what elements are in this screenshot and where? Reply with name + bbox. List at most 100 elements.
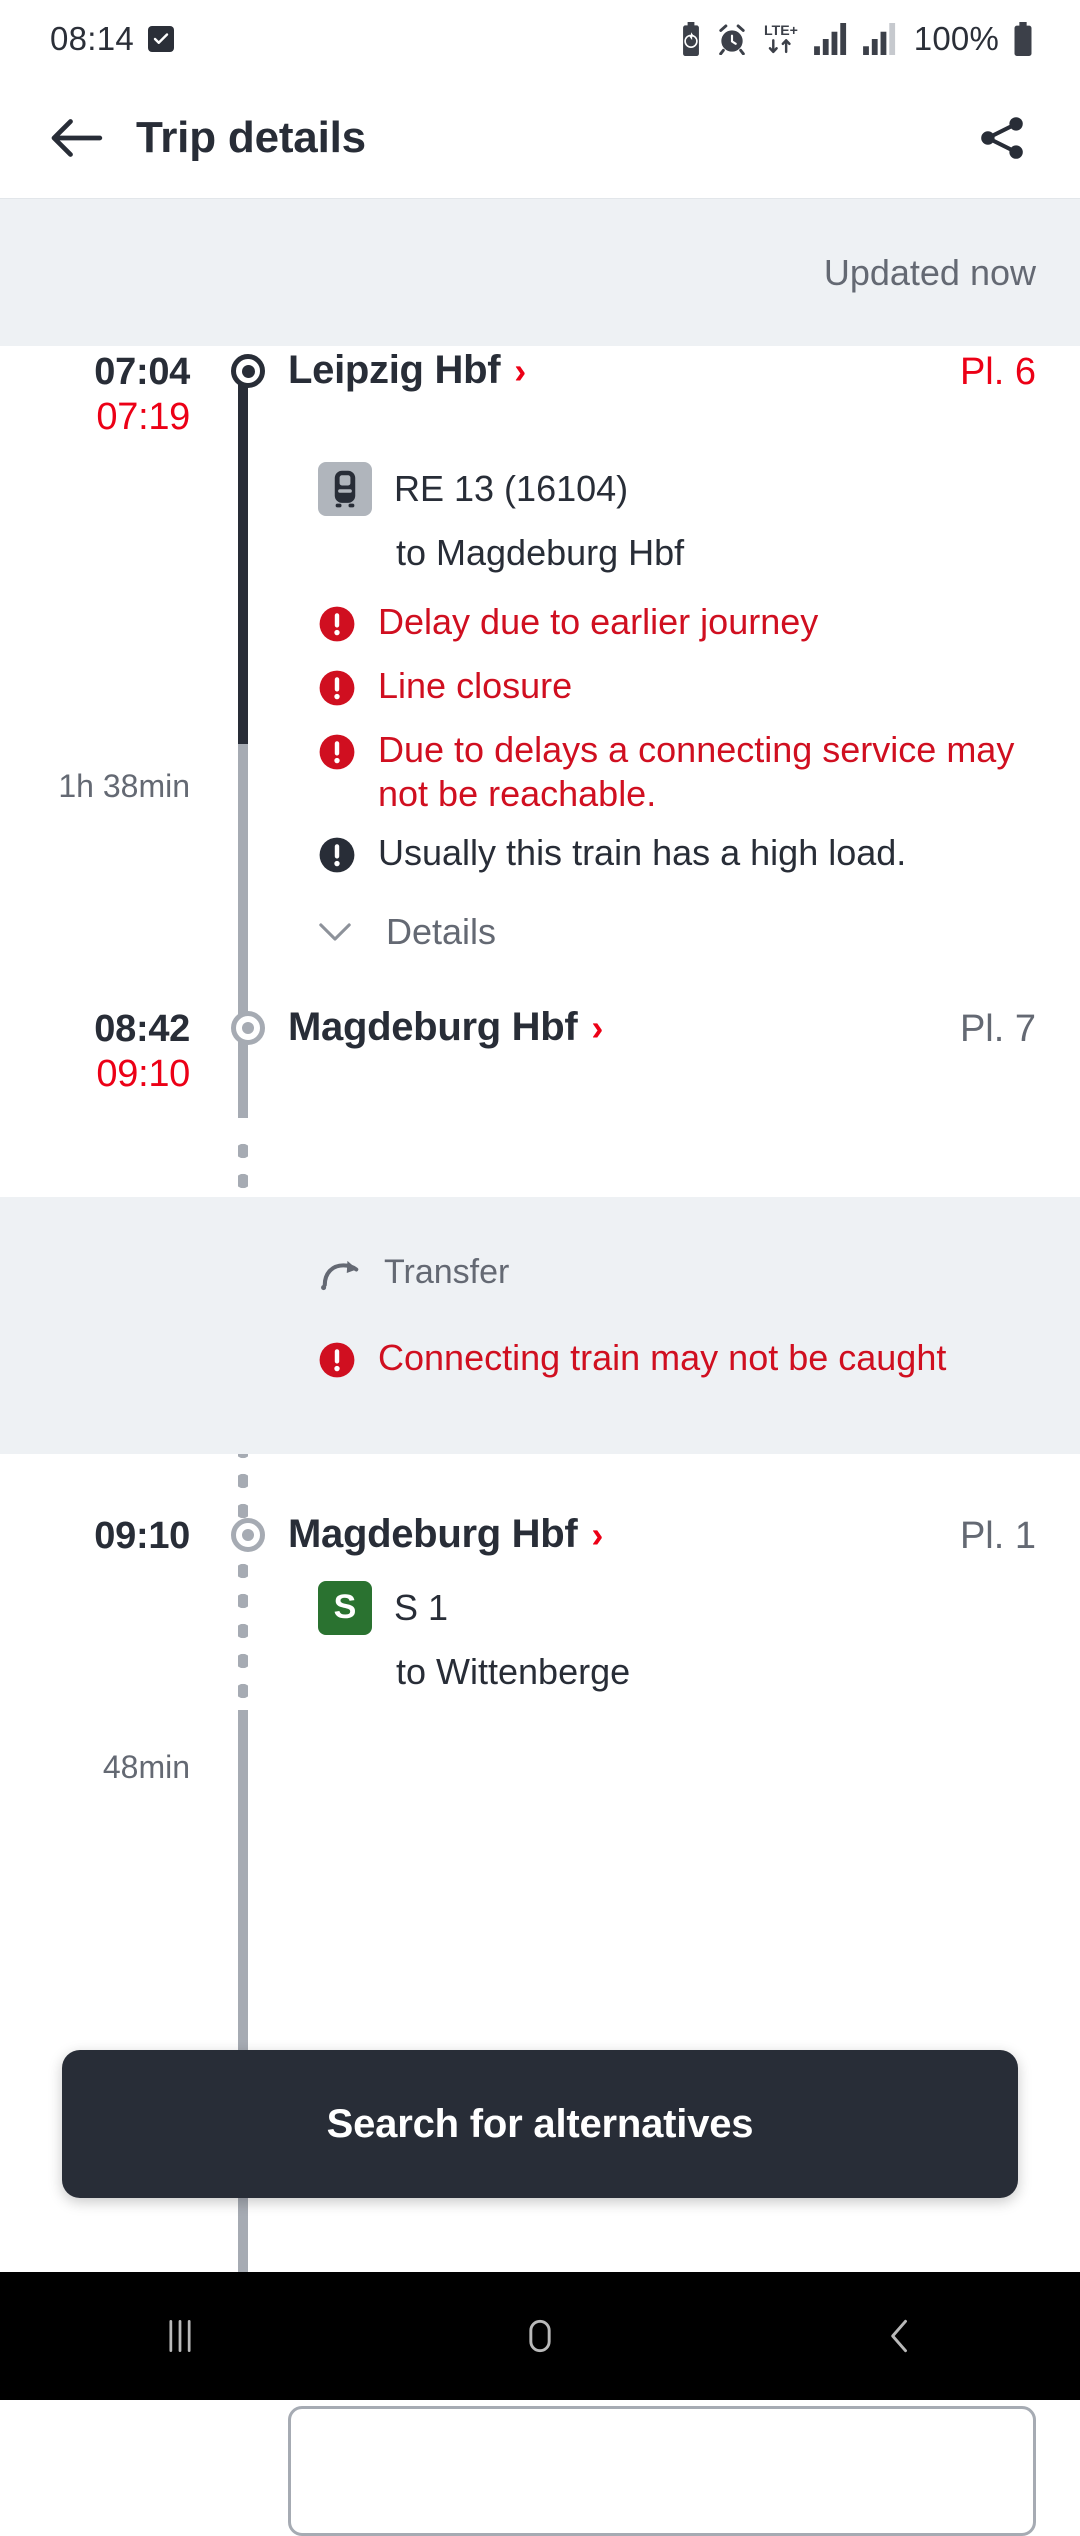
transfer-icon xyxy=(321,1260,359,1290)
platform-label: Pl. 1 xyxy=(959,1515,1036,1558)
timeline-marker-column xyxy=(208,1005,288,1046)
svg-text:LTE+: LTE+ xyxy=(764,22,798,38)
stop-marker-departure xyxy=(231,354,265,388)
stop-marker-departure xyxy=(231,1518,265,1553)
alert-icon xyxy=(318,1341,356,1384)
chevron-right-icon: › xyxy=(514,349,526,391)
line-destination: to Wittenberge xyxy=(396,1650,631,1692)
transfer-alert-list: Connecting train may not be caught xyxy=(318,1336,1036,1384)
trip-timeline: 07:04 07:19 Leipzig Hbf › Pl. 6 1h 38min xyxy=(0,346,1080,2536)
regional-train-icon xyxy=(318,461,372,516)
battery-saver-icon xyxy=(682,22,699,56)
share-button[interactable] xyxy=(964,100,1040,176)
stop-times: 08:42 09:10 xyxy=(0,1005,208,1097)
station-link[interactable]: Magdeburg Hbf › xyxy=(288,1512,960,1557)
alert-item: Due to delays a connecting service may n… xyxy=(318,728,1036,816)
recents-button[interactable] xyxy=(120,2276,240,2396)
alert-text: Line closure xyxy=(378,664,573,706)
product-row[interactable]: RE 13 (16104) xyxy=(318,461,1036,516)
planned-time: 08:42 xyxy=(94,1008,190,1051)
platform-label: Pl. 6 xyxy=(959,351,1036,393)
alarm-icon xyxy=(718,24,745,55)
leg-duration: 48min xyxy=(102,1748,190,1785)
arrow-left-icon xyxy=(51,119,103,157)
alert-icon xyxy=(318,733,356,776)
line-destination: to Magdeburg Hbf xyxy=(396,531,685,573)
product-row[interactable]: S S 1 xyxy=(318,1580,1036,1635)
planned-time: 07:04 xyxy=(94,351,190,393)
stop-times: 07:04 07:19 xyxy=(0,348,208,440)
leg-1-body: 1h 38min RE 13 (16104) to Magdeburg Hbf xyxy=(0,461,1080,954)
updated-text: Updated now xyxy=(823,251,1036,293)
stop-arrival-1[interactable]: 08:42 09:10 Magdeburg Hbf › Pl. 7 xyxy=(0,959,1080,1097)
chevron-right-icon: › xyxy=(591,1006,604,1048)
s-bahn-icon: S xyxy=(318,1580,372,1635)
platform-label: Pl. 7 xyxy=(959,1008,1036,1051)
recents-icon xyxy=(169,2319,191,2353)
home-button[interactable] xyxy=(480,2276,600,2396)
alert-item: Delay due to earlier journey xyxy=(318,600,1036,648)
station-link[interactable]: Leipzig Hbf › xyxy=(288,348,960,393)
station-name: Magdeburg Hbf xyxy=(288,1005,578,1050)
home-icon xyxy=(529,2319,551,2353)
station-link[interactable]: Magdeburg Hbf › xyxy=(288,1005,960,1050)
check-badge-icon xyxy=(148,26,175,52)
chevron-down-icon xyxy=(319,923,351,942)
status-bar-clock: 08:14 xyxy=(50,20,135,57)
alert-icon xyxy=(318,669,356,712)
alert-text: Usually this train has a high load. xyxy=(378,832,907,874)
battery-icon xyxy=(1014,22,1032,56)
timeline-marker-column xyxy=(208,1512,288,1553)
timeline-marker-column xyxy=(208,348,288,388)
alert-item: Usually this train has a high load. xyxy=(318,831,1036,879)
lte-plus-icon: LTE+ xyxy=(764,22,798,54)
alert-text: Delay due to earlier journey xyxy=(378,600,819,642)
leg-2: 09:10 Magdeburg Hbf › Pl. 1 48min S S 1 xyxy=(0,1454,1080,1785)
back-button[interactable] xyxy=(38,100,114,176)
stop-departure-1[interactable]: 07:04 07:19 Leipzig Hbf › Pl. 6 xyxy=(0,346,1080,440)
search-alternatives-label: Search for alternatives xyxy=(326,2101,754,2146)
page-title: Trip details xyxy=(136,113,366,162)
signal-bars-icon xyxy=(862,23,895,55)
alert-text: Due to delays a connecting service may n… xyxy=(378,728,1015,814)
leg-1: 07:04 07:19 Leipzig Hbf › Pl. 6 1h 38min xyxy=(0,346,1080,1197)
stop-main: Leipzig Hbf › Pl. 6 xyxy=(288,348,1080,394)
stop-main: Magdeburg Hbf › Pl. 7 xyxy=(288,1005,1080,1051)
planned-time: 09:10 xyxy=(94,1515,190,1558)
transfer-section: Transfer Connecting train may not be cau… xyxy=(0,1197,1080,1455)
stop-main: Magdeburg Hbf › Pl. 1 xyxy=(288,1512,1080,1558)
alert-text: Connecting train may not be caught xyxy=(378,1337,947,1379)
leg-duration: 1h 38min xyxy=(58,767,190,804)
stop-times: 09:10 xyxy=(0,1512,208,1559)
alert-item: Line closure xyxy=(318,664,1036,712)
search-alternatives-button[interactable]: Search for alternatives xyxy=(62,2050,1018,2198)
station-name: Magdeburg Hbf xyxy=(288,1512,578,1557)
status-bar-left: 08:14 xyxy=(50,20,175,58)
collapsed-card-outline[interactable] xyxy=(288,2406,1036,2536)
alert-icon xyxy=(318,605,356,648)
app-bar: Trip details xyxy=(0,78,1080,198)
transfer-row: Transfer xyxy=(318,1253,1036,1292)
battery-percent-label: 100% xyxy=(913,20,999,57)
status-bar: 08:14 LTE+ 100% xyxy=(0,0,1080,78)
info-icon xyxy=(318,836,356,879)
back-button-nav[interactable] xyxy=(840,2276,960,2396)
signal-bars-icon xyxy=(813,23,846,55)
line-name: S 1 xyxy=(394,1586,449,1628)
transfer-body: Transfer Connecting train may not be cau… xyxy=(0,1253,1080,1384)
timeline-rail-second-leg xyxy=(238,1710,248,2306)
back-chevron-icon xyxy=(891,2319,907,2353)
actual-time: 07:19 xyxy=(96,395,190,438)
alert-item: Connecting train may not be caught xyxy=(318,1336,1036,1384)
station-name: Leipzig Hbf xyxy=(288,348,501,392)
status-bar-right: LTE+ 100% xyxy=(677,20,1036,58)
transfer-label: Transfer xyxy=(384,1253,510,1292)
details-expander[interactable]: Details xyxy=(318,911,1036,953)
line-name: RE 13 (16104) xyxy=(394,467,629,509)
stop-marker-arrival xyxy=(231,1011,265,1046)
stop-departure-2[interactable]: 09:10 Magdeburg Hbf › Pl. 1 xyxy=(0,1512,1080,1559)
updated-banner: Updated now xyxy=(0,198,1080,346)
s-bahn-badge-text: S xyxy=(333,1588,357,1627)
alert-list: Delay due to earlier journey Line closur… xyxy=(318,600,1036,880)
share-icon xyxy=(981,117,1023,159)
